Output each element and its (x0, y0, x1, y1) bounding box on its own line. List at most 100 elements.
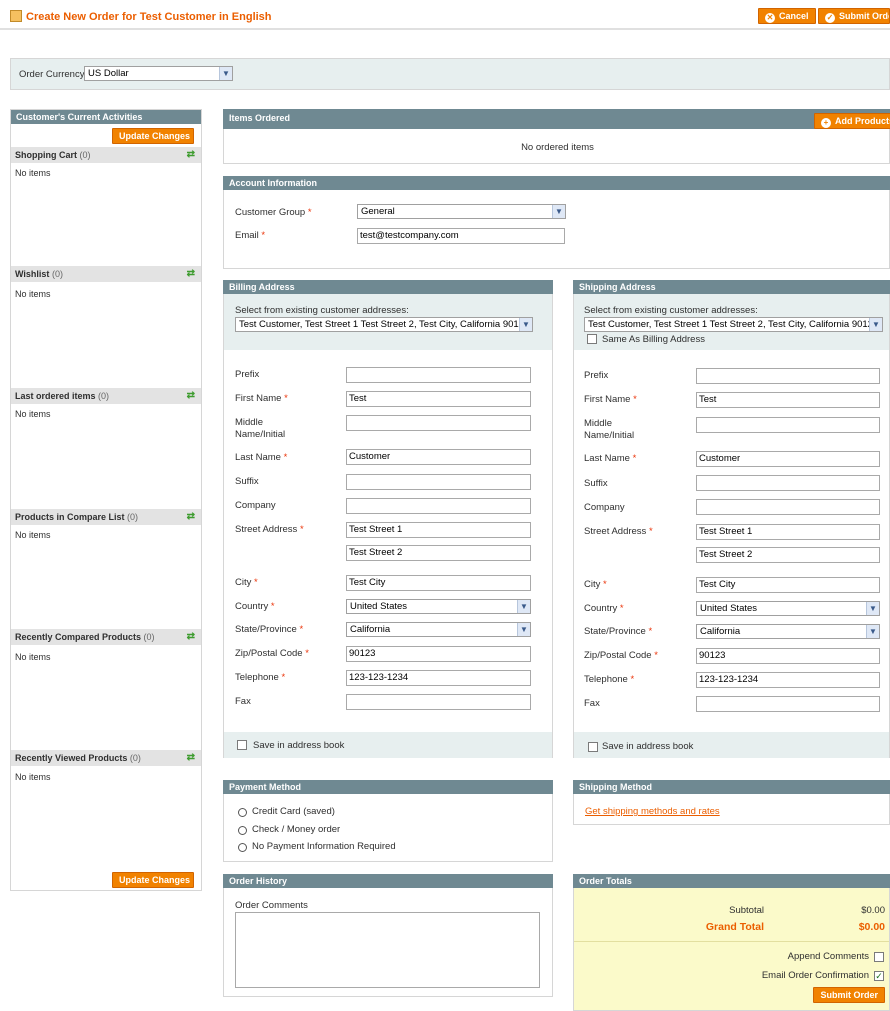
same-as-billing-label: Same As Billing Address (602, 334, 705, 345)
order-comments-textarea[interactable] (235, 912, 540, 988)
billing-telephone-field[interactable]: 123-123-1234 (346, 670, 531, 686)
billing-first-name-field[interactable]: Test (346, 391, 531, 407)
shipping-save-label: Save in address book (602, 741, 694, 752)
billing-save-checkbox[interactable] (237, 740, 247, 750)
check-icon: ✓ (825, 13, 835, 23)
shipping-first-name-field[interactable]: Test (696, 392, 880, 408)
email-confirmation-checkbox[interactable]: ✓ (874, 971, 884, 981)
currency-select[interactable]: US Dollar ▼ (84, 66, 233, 81)
same-as-billing-checkbox[interactable] (587, 334, 597, 344)
sidebar-section-recently-compared: Recently Compared Products (0) ⇄ (11, 629, 201, 645)
refresh-icon[interactable]: ⇄ (187, 266, 195, 282)
billing-state-select[interactable]: California ▼ (346, 622, 531, 637)
chevron-down-icon: ▼ (866, 602, 879, 615)
shipping-zip-field[interactable]: 90123 (696, 648, 880, 664)
billing-street1-field[interactable]: Test Street 1 (346, 522, 531, 538)
sidebar-section-last-ordered: Last ordered items (0) ⇄ (11, 388, 201, 404)
billing-middle-name-field[interactable] (346, 415, 531, 431)
payment-option-label: Check / Money order (252, 824, 341, 835)
billing-address-select[interactable]: Test Customer, Test Street 1 Test Street… (235, 317, 533, 332)
shipping-method-panel: Shipping Method Get shipping methods and… (573, 780, 890, 825)
billing-city-field[interactable]: Test City (346, 575, 531, 591)
sidebar-section-body: No items (15, 530, 51, 540)
billing-street2-field[interactable]: Test Street 2 (346, 545, 531, 561)
chevron-down-icon: ▼ (552, 205, 565, 218)
billing-last-name-field[interactable]: Customer (346, 449, 531, 465)
payment-option-label: No Payment Information Required (252, 841, 396, 852)
subtotal-label: Subtotal (729, 905, 764, 916)
payment-radio-check[interactable] (238, 826, 247, 835)
currency-label: Order Currency: (19, 69, 88, 80)
company-label: Company (584, 502, 625, 513)
totals-divider (574, 941, 889, 942)
sidebar-section-compare-list: Products in Compare List (0) ⇄ (11, 509, 201, 525)
shipping-method-title: Shipping Method (573, 780, 890, 794)
shipping-save-checkbox[interactable] (588, 742, 598, 752)
email-field[interactable]: test@testcompany.com (357, 228, 565, 244)
state-label: State/Province * (584, 626, 653, 637)
shipping-street2-field[interactable]: Test Street 2 (696, 547, 880, 563)
shipping-last-name-field[interactable]: Customer (696, 451, 880, 467)
billing-fax-field[interactable] (346, 694, 531, 710)
shipping-select-label: Select from existing customer addresses: (584, 305, 758, 316)
shipping-address-select[interactable]: Test Customer, Test Street 1 Test Street… (584, 317, 883, 332)
refresh-icon[interactable]: ⇄ (187, 147, 195, 163)
shipping-country-select[interactable]: United States ▼ (696, 601, 880, 616)
shipping-fax-field[interactable] (696, 696, 880, 712)
account-info-title: Account Information (223, 176, 890, 190)
chevron-down-icon: ▼ (219, 67, 232, 80)
middle-name-label: Middle Name/Initial (584, 418, 635, 441)
shipping-suffix-field[interactable] (696, 475, 880, 491)
sidebar-section-body: No items (15, 652, 51, 662)
refresh-icon[interactable]: ⇄ (187, 509, 195, 525)
billing-company-field[interactable] (346, 498, 531, 514)
cancel-button[interactable]: ✕ Cancel (758, 8, 816, 24)
submit-order-bottom-button[interactable]: Submit Order (813, 987, 885, 1003)
last-name-label: Last Name * (235, 452, 288, 463)
payment-radio-credit-card[interactable] (238, 808, 247, 817)
billing-prefix-field[interactable] (346, 367, 531, 383)
shipping-city-field[interactable]: Test City (696, 577, 880, 593)
grand-total-label: Grand Total (705, 921, 764, 933)
billing-zip-field[interactable]: 90123 (346, 646, 531, 662)
customer-group-label: Customer Group * (235, 207, 312, 218)
shipping-middle-name-field[interactable] (696, 417, 880, 433)
update-changes-top-button[interactable]: Update Changes (112, 128, 194, 144)
sidebar-title: Customer's Current Activities (11, 110, 201, 124)
zip-label: Zip/Postal Code * (235, 648, 309, 659)
shipping-street1-field[interactable]: Test Street 1 (696, 524, 880, 540)
submit-order-top-button[interactable]: ✓Submit Order (818, 8, 890, 24)
customer-group-select[interactable]: General ▼ (357, 204, 566, 219)
email-confirmation-label: Email Order Confirmation (761, 970, 869, 981)
city-label: City * (235, 577, 258, 588)
prefix-label: Prefix (235, 369, 260, 380)
shipping-company-field[interactable] (696, 499, 880, 515)
payment-radio-none[interactable] (238, 843, 247, 852)
refresh-icon[interactable]: ⇄ (187, 750, 195, 766)
get-shipping-rates-link[interactable]: Get shipping methods and rates (585, 806, 720, 817)
billing-suffix-field[interactable] (346, 474, 531, 490)
city-label: City * (584, 579, 607, 590)
order-history-panel: Order History Order Comments (223, 874, 553, 997)
billing-address-panel: Billing Address Select from existing cus… (223, 280, 553, 758)
chevron-down-icon: ▼ (866, 625, 879, 638)
append-comments-checkbox[interactable] (874, 952, 884, 962)
shipping-prefix-field[interactable] (696, 368, 880, 384)
telephone-label: Telephone * (584, 674, 635, 685)
currency-bar: Order Currency: US Dollar ▼ (10, 58, 890, 90)
street-label: Street Address * (584, 526, 653, 537)
refresh-icon[interactable]: ⇄ (187, 629, 195, 645)
append-comments-label: Append Comments (787, 951, 869, 962)
country-label: Country * (584, 603, 624, 614)
order-comments-label: Order Comments (235, 900, 308, 911)
add-products-button[interactable]: + Add Products (814, 113, 890, 129)
refresh-icon[interactable]: ⇄ (187, 388, 195, 404)
shipping-telephone-field[interactable]: 123-123-1234 (696, 672, 880, 688)
company-label: Company (235, 500, 276, 511)
update-changes-bottom-button[interactable]: Update Changes (112, 872, 194, 888)
billing-country-select[interactable]: United States ▼ (346, 599, 531, 614)
suffix-label: Suffix (584, 478, 608, 489)
cancel-icon: ✕ (765, 13, 775, 23)
first-name-label: First Name * (584, 394, 637, 405)
shipping-state-select[interactable]: California ▼ (696, 624, 880, 639)
